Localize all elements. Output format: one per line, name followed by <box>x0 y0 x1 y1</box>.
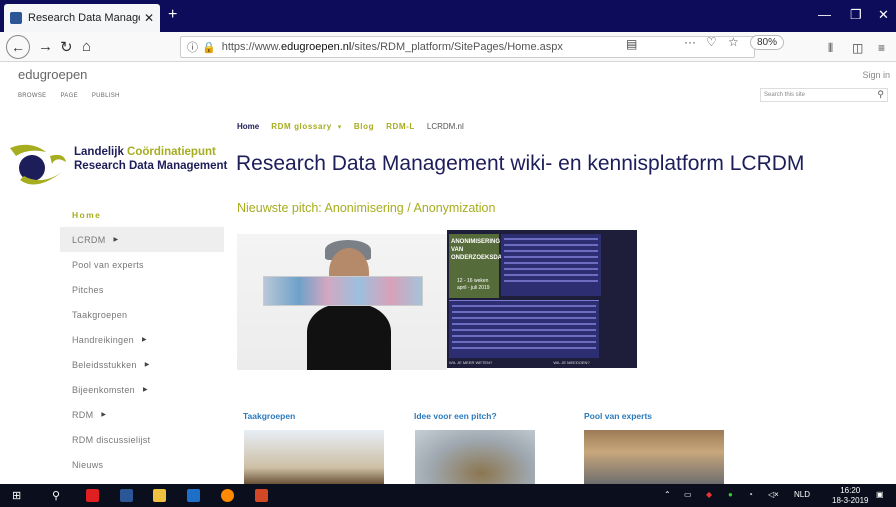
poster-footer: WIL JE MEER WETEN? WIL JE MEEDOEN? <box>449 360 590 365</box>
left-nav-item-pool[interactable]: Pool van experts <box>60 252 224 277</box>
search-icon[interactable]: ⚲ <box>52 487 60 503</box>
top-nav: Home RDM glossary ▾ Blog RDM-L LCRDM.nl <box>237 122 464 131</box>
search-placeholder: Search this site <box>764 92 806 98</box>
powerpoint-icon[interactable] <box>255 489 268 502</box>
url-host: edugroepen.nl <box>281 41 352 53</box>
chevron-right-icon: ▶ <box>141 337 147 343</box>
home-icon[interactable]: ⌂ <box>82 38 91 55</box>
close-tab-icon[interactable]: ✕ <box>144 11 154 25</box>
security-icon[interactable]: ◆ <box>706 490 712 499</box>
wifi-icon[interactable]: ◔ <box>748 490 753 499</box>
logo-line-1: Landelijk Coördinatiepunt <box>74 146 216 158</box>
word-icon[interactable] <box>120 489 133 502</box>
windows-taskbar: ⊞ ⚲ ⌃ ▭ ◆ ● ◔ ◁× NLD 16:20 18-3-2019 ▣ <box>0 484 896 507</box>
windows-start-icon[interactable]: ⊞ <box>12 487 21 503</box>
url-bar[interactable]: ⓘ 🔒 https://www. edugroepen.nl/sites/RDM_… <box>180 36 755 58</box>
ribbon-tabs: BROWSE PAGE PUBLISH <box>18 93 132 99</box>
left-nav-item-rdm[interactable]: RDM ▶ <box>60 402 224 427</box>
browser-tab-bar: Research Data Management w ✕ + — ❐ ✕ <box>0 0 896 32</box>
logo-mark-icon <box>10 144 66 185</box>
reload-icon[interactable]: ↻ <box>60 38 73 56</box>
latest-pitch-heading[interactable]: Nieuwste pitch: Anonimisering / Anonymiz… <box>237 201 495 215</box>
menu-icon[interactable]: ≡ <box>878 41 885 55</box>
sharepoint-favicon-icon <box>10 12 22 24</box>
maximize-icon[interactable]: ❐ <box>850 7 862 23</box>
top-nav-home[interactable]: Home <box>237 122 259 131</box>
left-nav: Home LCRDM ▶ Pool van experts Pitches Taa… <box>60 202 224 477</box>
sign-in-link[interactable]: Sign in <box>862 70 890 80</box>
cloud-icon[interactable]: ● <box>728 490 733 499</box>
reader-view-icon[interactable]: ▤ <box>626 37 637 51</box>
banner-photo <box>237 234 447 370</box>
minimize-icon[interactable]: — <box>818 7 831 22</box>
url-prefix: https://www. <box>221 41 281 53</box>
left-nav-item-bijeenkomsten[interactable]: Bijeenkomsten ▶ <box>60 377 224 402</box>
close-window-icon[interactable]: ✕ <box>878 7 889 23</box>
info-icon[interactable]: ⓘ <box>187 39 198 55</box>
sidebar-icon[interactable]: ◫ <box>852 41 863 55</box>
pool-experts-image[interactable] <box>584 430 724 484</box>
site-name[interactable]: edugroepen <box>18 67 87 82</box>
left-nav-item-lcrdm[interactable]: LCRDM ▶ <box>60 227 224 252</box>
left-nav-item-pitches[interactable]: Pitches <box>60 277 224 302</box>
top-nav-rdml[interactable]: RDM-L <box>386 122 415 131</box>
outlook-icon[interactable] <box>187 489 200 502</box>
browser-tab[interactable]: Research Data Management w ✕ <box>4 4 160 32</box>
language-indicator[interactable]: NLD <box>794 490 810 499</box>
section-pool-experts[interactable]: Pool van experts <box>584 411 652 421</box>
taakgroepen-image[interactable] <box>244 430 384 484</box>
ribbon-page[interactable]: PAGE <box>60 93 77 99</box>
ribbon-publish[interactable]: PUBLISH <box>92 93 120 99</box>
bookmark-star-icon[interactable]: ☆ <box>728 35 739 49</box>
notifications-icon[interactable]: ▣ <box>876 490 884 499</box>
firefox-icon[interactable] <box>221 489 234 502</box>
site-search-input[interactable]: Search this site ⚲ <box>760 88 888 102</box>
volume-icon[interactable]: ◁× <box>768 490 779 499</box>
search-icon[interactable]: ⚲ <box>877 89 884 100</box>
section-taakgroepen[interactable]: Taakgroepen <box>243 411 295 421</box>
file-explorer-icon[interactable] <box>153 489 166 502</box>
left-nav-item-home[interactable]: Home <box>60 202 224 227</box>
app-icon[interactable] <box>86 489 99 502</box>
new-tab-button[interactable]: + <box>168 6 177 24</box>
top-nav-blog[interactable]: Blog <box>354 122 374 131</box>
section-idee-pitch[interactable]: Idee voor een pitch? <box>414 411 497 421</box>
chevron-right-icon: ▶ <box>101 412 107 418</box>
battery-icon[interactable]: ▭ <box>684 490 692 499</box>
chevron-right-icon: ▶ <box>142 387 148 393</box>
left-nav-item-discussielijst[interactable]: RDM discussielijst <box>60 427 224 452</box>
chevron-right-icon: ▶ <box>113 237 119 243</box>
top-nav-glossary[interactable]: RDM glossary <box>271 122 332 131</box>
idee-pitch-image[interactable] <box>415 430 535 484</box>
url-path: /sites/RDM_platform/SitePages/Home.aspx <box>351 41 563 53</box>
top-nav-lcrdm[interactable]: LCRDM.nl <box>427 122 464 131</box>
chevron-down-icon[interactable]: ▾ <box>338 123 342 131</box>
left-nav-item-handreikingen[interactable]: Handreikingen ▶ <box>60 327 224 352</box>
clock[interactable]: 16:20 18-3-2019 <box>832 486 868 506</box>
poster-dates: 12 - 16 weken april - juli 2019 <box>457 278 490 291</box>
chevron-right-icon: ▶ <box>144 362 150 368</box>
lcrdm-logo[interactable]: Landelijk Coördinatiepunt Research Data … <box>6 142 228 188</box>
logo-line-2: Research Data Management <box>74 160 228 172</box>
browser-nav-bar: ← → ↻ ⌂ ⓘ 🔒 https://www. edugroepen.nl/si… <box>0 32 896 62</box>
page-actions-icon[interactable]: ··· <box>684 35 696 49</box>
library-icon[interactable]: ⫴ <box>828 41 833 56</box>
pocket-icon[interactable]: ♡ <box>706 35 717 49</box>
show-hidden-icons-icon[interactable]: ⌃ <box>664 490 671 499</box>
lock-icon: 🔒 <box>202 41 216 54</box>
forward-icon[interactable]: → <box>38 38 53 55</box>
left-nav-item-taakgroepen[interactable]: Taakgroepen <box>60 302 224 327</box>
left-nav-item-nieuws[interactable]: Nieuws <box>60 452 224 477</box>
page-title: Research Data Management wiki- en kennis… <box>236 152 805 175</box>
banner-poster: ANONIMISERING VAN ONDERZOEKSDATA 12 - 16… <box>447 230 637 368</box>
zoom-level[interactable]: 80% <box>749 35 784 50</box>
ribbon-browse[interactable]: BROWSE <box>18 93 46 99</box>
tab-title: Research Data Management w <box>28 12 140 24</box>
back-icon[interactable]: ← <box>6 35 30 59</box>
pitch-banner-image[interactable]: ANONIMISERING VAN ONDERZOEKSDATA 12 - 16… <box>237 230 637 370</box>
left-nav-item-beleidsstukken[interactable]: Beleidsstukken ▶ <box>60 352 224 377</box>
